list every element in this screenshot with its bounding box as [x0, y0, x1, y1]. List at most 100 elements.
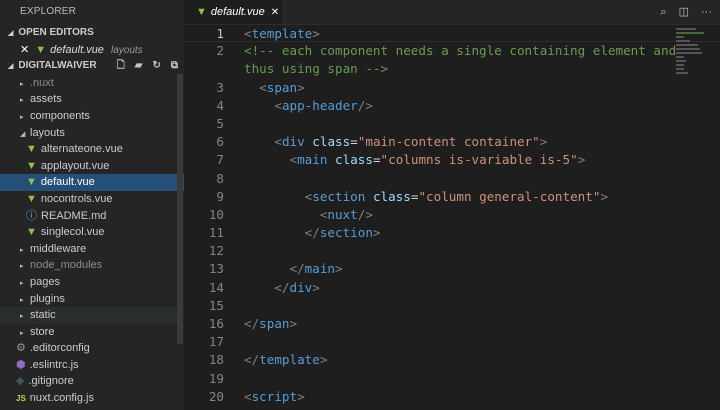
tree-item[interactable]: ▸static	[0, 307, 178, 324]
vue-icon: ▼	[196, 6, 207, 18]
tree-item[interactable]: ◢layouts	[0, 125, 178, 142]
vue-icon: ▼	[35, 44, 46, 56]
sidebar-scrollbar[interactable]	[177, 74, 183, 344]
code-view[interactable]: 1<template>2 <!-- each component needs a …	[184, 24, 720, 406]
code-line: 12	[184, 242, 720, 260]
code-line: 7 <main class="columns is-variable is-5"…	[184, 151, 720, 169]
git-icon: ◆	[16, 375, 24, 387]
line-number: 15	[184, 297, 224, 315]
tree-item-label: applayout.vue	[41, 160, 110, 172]
code-line: thus using span -->	[184, 60, 720, 78]
line-text: <section class="column general-content">	[244, 188, 608, 206]
tree-item[interactable]: ⚙ .editorconfig	[0, 340, 178, 357]
tree-item[interactable]: ▸plugins	[0, 291, 178, 308]
project-label: DIGITALWAIVER	[18, 60, 96, 71]
line-number: 10	[184, 206, 224, 224]
tree-item[interactable]: ⬢.eslintrc.js	[0, 357, 178, 374]
tree-item-label: alternateone.vue	[41, 143, 123, 155]
code-line: 14 </div>	[184, 279, 720, 297]
tree-item[interactable]: ⓘREADME.md	[0, 208, 178, 225]
open-editor-item[interactable]: ✕▼default.vue layouts	[0, 42, 178, 59]
line-text: </span>	[244, 315, 297, 333]
tree-item-label: nuxt.config.js	[30, 392, 94, 404]
tree-item[interactable]: ▸node_modules	[0, 257, 178, 274]
line-number: 19	[184, 370, 224, 388]
vue-icon: ▼	[26, 176, 37, 188]
code-line: 2 <!-- each component needs a single cont…	[184, 42, 720, 60]
line-number: 12	[184, 242, 224, 260]
tree-item[interactable]: ▸pages	[0, 274, 178, 291]
tab-default-vue[interactable]: ▼ default.vue ✕	[184, 0, 282, 24]
line-text: <span>	[244, 79, 305, 97]
line-number: 8	[184, 170, 224, 188]
project-header[interactable]: ◢ DIGITALWAIVER 🗋 ▰ ↻ ⧉	[0, 58, 184, 75]
tab-bar: ▼ default.vue ✕ ⌕ ◫ ···	[184, 0, 720, 24]
line-text: </template>	[244, 351, 327, 369]
tree-item-label: .eslintrc.js	[30, 359, 79, 371]
editor-area: ▼ default.vue ✕ ⌕ ◫ ··· 1<template>2 <!-- eac…	[184, 0, 720, 410]
tree-item[interactable]: ▸assets	[0, 91, 178, 108]
open-changes-icon[interactable]: ⌕	[660, 6, 666, 18]
tree-item[interactable]: ▼default.vue	[0, 174, 184, 191]
tree-item[interactable]: ▼nocontrols.vue	[0, 191, 178, 208]
tree-item[interactable]: ▸middleware	[0, 241, 178, 258]
code-line: 20<script>	[184, 388, 720, 406]
line-number: 2	[184, 42, 224, 60]
new-folder-icon[interactable]: ▰	[135, 60, 143, 71]
code-line: 13 </main>	[184, 260, 720, 278]
code-line: 3 <span>	[184, 79, 720, 97]
line-number: 16	[184, 315, 224, 333]
minimap[interactable]	[676, 28, 706, 108]
line-text: <!-- each component needs a single conta…	[244, 42, 676, 60]
refresh-icon[interactable]: ↻	[152, 60, 160, 71]
close-icon[interactable]: ✕	[20, 44, 29, 56]
line-number: 9	[184, 188, 224, 206]
line-number: 18	[184, 351, 224, 369]
split-editor-icon[interactable]: ◫	[679, 6, 689, 18]
tree-item-label: README.md	[41, 210, 106, 222]
open-editors-label: OPEN EDITORS	[18, 27, 93, 38]
tree-item[interactable]: ▼singlecol.vue	[0, 224, 178, 241]
line-number: 1	[184, 25, 224, 43]
explorer-title: EXPLORER	[0, 0, 184, 25]
tree-item[interactable]: ▼alternateone.vue	[0, 141, 178, 158]
open-editor-folder: layouts	[111, 45, 143, 56]
line-text: <script>	[244, 388, 305, 406]
tree-item-label: static	[30, 309, 56, 321]
line-number: 11	[184, 224, 224, 242]
tree-item-label: assets	[30, 93, 62, 105]
code-line: 4 <app-header/>	[184, 97, 720, 115]
line-number: 4	[184, 97, 224, 115]
collapse-all-icon[interactable]: ⧉	[171, 60, 178, 71]
tab-label: default.vue	[211, 6, 265, 18]
open-editors-header[interactable]: ◢OPEN EDITORS	[0, 25, 178, 42]
tree-item-label: node_modules	[30, 259, 102, 271]
tree-item[interactable]: JSnuxt.config.js	[0, 390, 178, 407]
tree-item-label: singlecol.vue	[41, 226, 105, 238]
tree-item[interactable]: ▸.nuxt	[0, 75, 178, 92]
code-line: 17	[184, 333, 720, 351]
tree-item[interactable]: ▼applayout.vue	[0, 158, 178, 175]
line-text: <div class="main-content container">	[244, 133, 547, 151]
code-line: 5	[184, 115, 720, 133]
tree-item[interactable]: ▸store	[0, 324, 178, 341]
tree-item-label: nocontrols.vue	[41, 193, 113, 205]
gear-icon: ⚙	[16, 342, 26, 354]
tree-item[interactable]: ◆ .gitignore	[0, 373, 178, 390]
line-number: 7	[184, 151, 224, 169]
code-line: 15	[184, 297, 720, 315]
close-tab-icon[interactable]: ✕	[271, 7, 279, 18]
tree-item-label: .editorconfig	[30, 342, 90, 354]
more-actions-icon[interactable]: ···	[701, 6, 712, 18]
tree-item[interactable]: ▸components	[0, 108, 178, 125]
tree-item-label: .gitignore	[28, 375, 73, 387]
tree-item-label: plugins	[30, 293, 65, 305]
collapse-icon: ◢	[8, 63, 13, 70]
tree-item-label: .nuxt	[30, 77, 54, 89]
file-tree: ▸.nuxt▸assets▸components◢layouts▼alterna…	[0, 75, 184, 407]
new-file-icon[interactable]: 🗋	[117, 60, 125, 71]
line-text: </section>	[244, 224, 381, 242]
code-line: 18 </template>	[184, 351, 720, 369]
line-text: <main class="columns is-variable is-5">	[244, 151, 585, 169]
code-line: 1<template>	[184, 24, 720, 42]
